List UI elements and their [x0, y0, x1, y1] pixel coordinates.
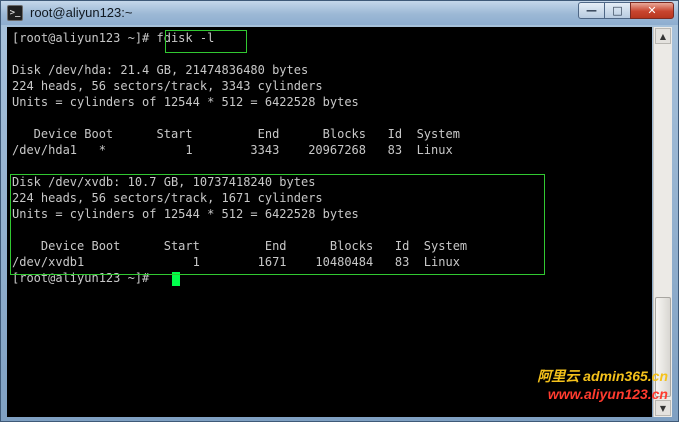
- title-bar[interactable]: >_ root@aliyun123:~ — □ ✕: [1, 1, 678, 25]
- xvdb-disk-highlight-box: [10, 174, 545, 275]
- scroll-up-arrow-icon[interactable]: ▲: [655, 28, 671, 44]
- putty-terminal-icon[interactable]: >_: [7, 5, 23, 21]
- vertical-scrollbar[interactable]: ▲ ▼: [653, 27, 672, 417]
- window-title: root@aliyun123:~: [30, 5, 133, 20]
- command-highlight-box: [165, 30, 247, 53]
- site-watermark: 阿里云 admin365.cn www.aliyun123.cn: [537, 367, 668, 403]
- terminal-line: /dev/hda1 * 1 3343 20967268 83 Linux: [12, 143, 453, 157]
- caption-buttons: — □ ✕: [578, 2, 674, 19]
- terminal-window: >_ root@aliyun123:~ — □ ✕ [root@aliyun12…: [0, 0, 679, 422]
- terminal-line: 224 heads, 56 sectors/track, 3343 cylind…: [12, 79, 323, 93]
- terminal-line: Disk /dev/hda: 21.4 GB, 21474836480 byte…: [12, 63, 309, 77]
- minimize-button[interactable]: —: [578, 2, 605, 19]
- terminal-line: Device Boot Start End Blocks Id System: [12, 127, 460, 141]
- close-button[interactable]: ✕: [630, 2, 674, 19]
- terminal-line: Units = cylinders of 12544 * 512 = 64225…: [12, 95, 359, 109]
- watermark-logo-text: 阿里云 admin365.cn: [537, 368, 668, 384]
- terminal-output[interactable]: [root@aliyun123 ~]# fdisk -l Disk /dev/h…: [7, 27, 652, 417]
- watermark-url: www.aliyun123.cn: [547, 386, 668, 402]
- maximize-button[interactable]: □: [604, 2, 631, 19]
